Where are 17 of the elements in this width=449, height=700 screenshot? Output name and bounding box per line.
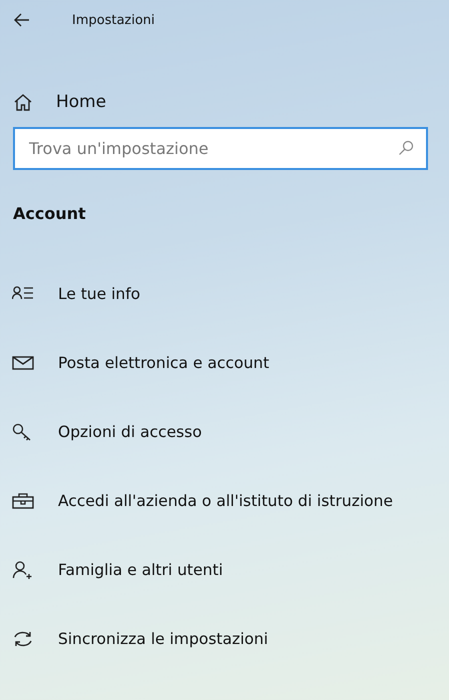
home-icon: [14, 93, 32, 111]
nav-item[interactable]: Sincronizza le impostazioni: [0, 618, 268, 660]
nav-item[interactable]: Famiglia e altri utenti: [0, 549, 223, 591]
search-icon: [398, 140, 414, 156]
person-add-icon: [12, 561, 34, 579]
home-link[interactable]: Home: [14, 82, 106, 122]
sync-icon: [12, 630, 34, 648]
briefcase-icon: [12, 492, 34, 510]
back-icon[interactable]: [14, 13, 30, 27]
section-heading: Account: [13, 204, 86, 223]
nav-item[interactable]: Accedi all'azienda o all'istituto di istruzione: [0, 480, 393, 522]
window-title: Impostazioni: [72, 12, 155, 28]
nav-item[interactable]: Le tue info: [0, 273, 140, 315]
nav-item[interactable]: Posta elettronica e account: [0, 342, 270, 384]
search-field[interactable]: Trova un'impostazione: [13, 127, 428, 170]
nav-item[interactable]: Opzioni di accesso: [0, 411, 202, 453]
envelope-icon: [12, 354, 34, 372]
